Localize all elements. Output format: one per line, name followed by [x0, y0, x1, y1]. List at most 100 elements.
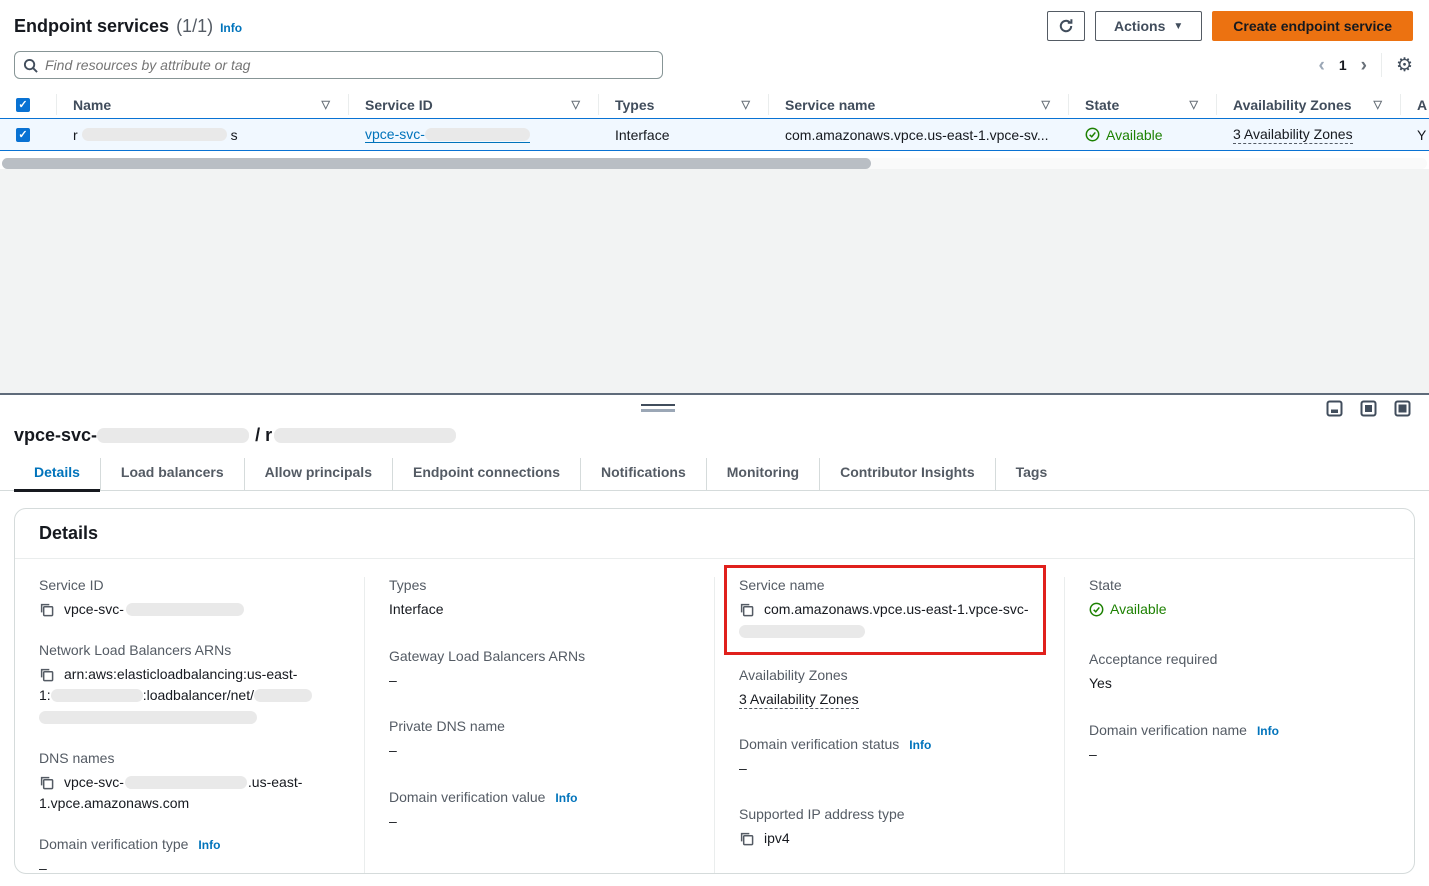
tab-allow-principals[interactable]: Allow principals — [245, 458, 393, 490]
info-link[interactable]: Info — [909, 738, 931, 752]
details-card-heading: Details — [15, 509, 1414, 559]
table-header-row: ✓ Name ▽ Service ID ▽ Types ▽ Service na… — [0, 91, 1429, 118]
copy-icon[interactable] — [739, 602, 754, 617]
field-service-name: Service name com.amazonaws.vpce.us-east-… — [739, 577, 1035, 642]
selected-resource-title: vpce-svc-/ r — [0, 421, 1429, 446]
copy-icon[interactable] — [739, 831, 754, 846]
tab-notifications[interactable]: Notifications — [581, 458, 707, 490]
previous-page-button[interactable]: ‹ — [1319, 56, 1325, 75]
sort-icon[interactable]: ▽ — [1182, 98, 1198, 111]
search-input[interactable] — [45, 57, 654, 73]
field-types: Types Interface — [389, 577, 690, 621]
preferences-gear-icon[interactable]: ⚙ — [1396, 56, 1413, 75]
table-toolbar: ‹ 1 › ⚙ — [0, 51, 1429, 79]
column-header-types[interactable]: Types ▽ — [598, 91, 768, 118]
column-header-service-name[interactable]: Service name ▽ — [768, 91, 1068, 118]
tab-contributor-insights[interactable]: Contributor Insights — [820, 458, 996, 490]
service-name-highlight-frame: Service name com.amazonaws.vpce.us-east-… — [724, 565, 1046, 655]
tab-load-balancers[interactable]: Load balancers — [101, 458, 245, 490]
current-page-number[interactable]: 1 — [1339, 57, 1347, 73]
copy-icon[interactable] — [39, 775, 54, 790]
divider — [1381, 53, 1382, 77]
horizontal-scrollbar[interactable] — [2, 158, 1427, 169]
row-service-id-cell: vpce-svc- — [348, 119, 598, 150]
create-endpoint-service-button[interactable]: Create endpoint service — [1212, 11, 1413, 41]
scrollbar-thumb[interactable] — [2, 158, 871, 169]
availability-zones-link[interactable]: 3 Availability Zones — [739, 691, 859, 709]
info-link[interactable]: Info — [555, 791, 577, 805]
field-supported-ip-address-type: Supported IP address type ipv4 — [739, 806, 1040, 850]
redacted-text — [125, 776, 247, 789]
column-header-availability-zones[interactable]: Availability Zones ▽ — [1216, 91, 1400, 118]
column-header-service-id[interactable]: Service ID ▽ — [348, 91, 598, 118]
info-link[interactable]: Info — [198, 838, 220, 852]
field-availability-zones: Availability Zones 3 Availability Zones — [739, 667, 1040, 711]
header-select-all-cell: ✓ — [0, 91, 56, 118]
state-available-badge: Available — [1085, 127, 1163, 143]
redacted-text — [82, 128, 227, 141]
caret-down-icon: ▼ — [1173, 21, 1183, 32]
next-page-button[interactable]: › — [1361, 56, 1367, 75]
redacted-text — [274, 428, 456, 443]
detail-tabs: Details Load balancers Allow principals … — [0, 458, 1429, 491]
info-link[interactable]: Info — [1257, 724, 1279, 738]
field-state: State Available — [1089, 577, 1390, 624]
row-clipped-cell: Y — [1400, 119, 1429, 150]
sort-icon[interactable]: ▽ — [564, 98, 580, 111]
availability-zones-link[interactable]: 3 Availability Zones — [1233, 126, 1353, 144]
refresh-button[interactable] — [1047, 11, 1085, 41]
redacted-text — [126, 603, 244, 616]
details-column-2: Types Interface Gateway Load Balancers A… — [364, 577, 714, 874]
state-available-badge: Available — [1089, 599, 1167, 621]
redacted-text — [39, 711, 257, 724]
resource-count: (1/1) — [176, 16, 213, 37]
details-card: Details Service ID vpce-svc- Network Loa… — [14, 508, 1415, 874]
field-domain-verification-type: Domain verification typeInfo – — [39, 836, 340, 874]
redacted-text — [425, 128, 530, 141]
search-box[interactable] — [14, 51, 663, 79]
redacted-text — [739, 625, 865, 638]
pagination: ‹ 1 › ⚙ — [1319, 53, 1414, 77]
column-header-name[interactable]: Name ▽ — [56, 91, 348, 118]
page-title: Endpoint services — [14, 16, 169, 37]
row-state-cell: Available — [1068, 119, 1216, 150]
row-select-cell: ✓ — [0, 119, 56, 150]
redacted-text — [254, 689, 312, 702]
details-card-body: Service ID vpce-svc- Network Load Balanc… — [15, 559, 1414, 874]
row-service-name-cell: com.amazonaws.vpce.us-east-1.vpce-sv... — [768, 119, 1068, 150]
details-column-3: Service name com.amazonaws.vpce.us-east-… — [714, 577, 1064, 874]
sort-icon[interactable]: ▽ — [1366, 98, 1382, 111]
page-title-group: Endpoint services (1/1) Info — [14, 16, 242, 37]
tab-tags[interactable]: Tags — [996, 458, 1068, 490]
field-dns-names: DNS names vpce-svc-.us-east- 1.vpce.amaz… — [39, 750, 340, 815]
sort-icon[interactable]: ▽ — [734, 98, 750, 111]
tab-endpoint-connections[interactable]: Endpoint connections — [393, 458, 581, 490]
page-header: Endpoint services (1/1) Info Actions ▼ C… — [0, 10, 1429, 42]
redacted-text — [97, 428, 249, 443]
info-link[interactable]: Info — [220, 21, 242, 35]
row-checkbox[interactable]: ✓ — [16, 128, 30, 142]
endpoint-services-list-section: Endpoint services (1/1) Info Actions ▼ C… — [0, 0, 1429, 169]
half-panel-icon[interactable] — [1360, 400, 1377, 417]
service-id-link[interactable]: vpce-svc- — [365, 126, 530, 143]
copy-icon[interactable] — [39, 602, 54, 617]
actions-button[interactable]: Actions ▼ — [1095, 11, 1202, 41]
tab-monitoring[interactable]: Monitoring — [707, 458, 820, 490]
split-panel: vpce-svc-/ r Details Load balancers Allo… — [0, 393, 1429, 886]
sort-icon[interactable]: ▽ — [314, 98, 330, 111]
field-service-id: Service ID vpce-svc- — [39, 577, 340, 621]
check-circle-icon — [1089, 602, 1104, 617]
copy-icon[interactable] — [39, 667, 54, 682]
table-row[interactable]: ✓ rs vpce-svc- Interface com.amazonaws.v… — [0, 118, 1429, 151]
field-acceptance-required: Acceptance required Yes — [1089, 651, 1390, 695]
tab-details[interactable]: Details — [14, 458, 101, 490]
field-glb-arns: Gateway Load Balancers ARNs – — [389, 648, 690, 692]
column-header-state[interactable]: State ▽ — [1068, 91, 1216, 118]
full-panel-icon[interactable] — [1394, 400, 1411, 417]
resize-drag-handle-icon[interactable] — [641, 404, 675, 412]
field-nlb-arns: Network Load Balancers ARNs arn:aws:elas… — [39, 642, 340, 729]
collapse-panel-icon[interactable] — [1326, 400, 1343, 417]
details-column-4: State Available Acceptance required Yes … — [1064, 577, 1414, 874]
sort-icon[interactable]: ▽ — [1034, 98, 1050, 111]
select-all-checkbox[interactable]: ✓ — [16, 98, 30, 112]
